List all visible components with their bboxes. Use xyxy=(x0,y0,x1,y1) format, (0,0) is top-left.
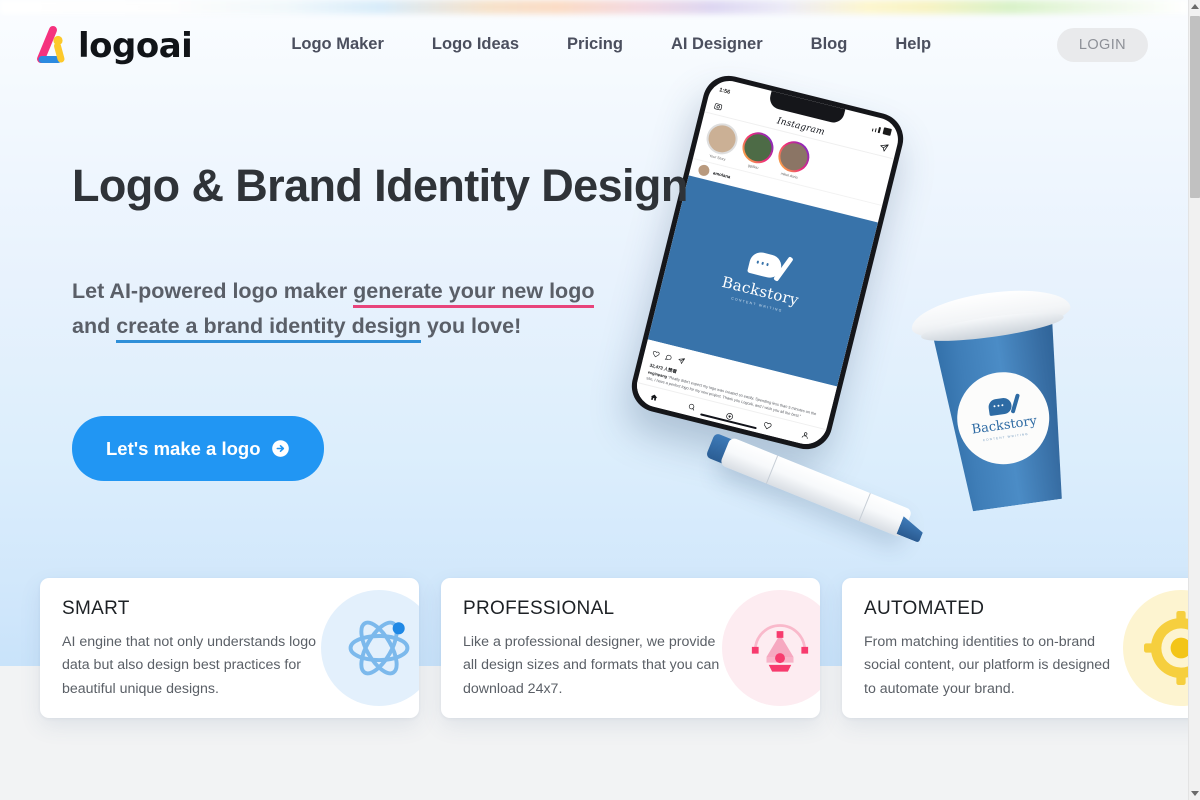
story-item[interactable]: mikel.daria xyxy=(774,137,813,181)
pen-tool-icon xyxy=(722,590,820,706)
hero-subtitle: Let AI-powered logo maker generate your … xyxy=(72,274,632,345)
hero-sub-part-2: and xyxy=(72,314,117,339)
backstory-bubble-icon xyxy=(987,392,1019,417)
backstory-bubble-icon xyxy=(746,250,794,284)
hero-sub-part-3: you love! xyxy=(420,314,522,339)
scrollbar-thumb[interactable] xyxy=(1190,16,1200,198)
vertical-scrollbar[interactable] xyxy=(1188,0,1200,800)
coffee-cup-mockup: Backstory CONTENT WRITING xyxy=(903,269,1103,520)
site-header: logoai Logo Maker Logo Ideas Pricing AI … xyxy=(0,0,1188,89)
share-icon[interactable] xyxy=(676,350,687,369)
nav-item-logo-maker[interactable]: Logo Maker xyxy=(267,25,408,64)
avatar xyxy=(697,163,711,178)
main-navigation: Logo Maker Logo Ideas Pricing AI Designe… xyxy=(267,25,955,64)
marker-body xyxy=(719,436,913,539)
nav-item-ai-designer[interactable]: AI Designer xyxy=(647,25,787,64)
home-icon[interactable] xyxy=(648,387,660,406)
story-item[interactable]: Your Story xyxy=(702,120,741,163)
hero-mockup-scene: 1:56 Instagram Your Story ggdlau mikel.d… xyxy=(626,70,1180,580)
feature-body: AI engine that not only understands logo… xyxy=(62,634,316,697)
feature-card-automated: AUTOMATED From matching identities to on… xyxy=(842,578,1188,718)
feature-body: Like a professional designer, we provide… xyxy=(463,634,720,697)
story-item[interactable]: ggdlau xyxy=(738,128,777,172)
search-icon[interactable] xyxy=(685,397,697,416)
cta-label: Let's make a logo xyxy=(106,437,261,459)
brand-logo-link[interactable]: logoai xyxy=(28,22,193,68)
direct-message-icon[interactable] xyxy=(877,138,890,158)
like-icon[interactable] xyxy=(651,344,662,363)
scroll-down-arrow-icon[interactable] xyxy=(1189,787,1200,800)
signal-icon xyxy=(871,124,892,136)
post-account-name: amolana xyxy=(712,170,732,180)
hero-text-block: Logo & Brand Identity Design Let AI-powe… xyxy=(72,160,688,345)
hero-highlight-generate-logo: generate your new logo xyxy=(353,278,595,308)
feature-card-professional: PROFESSIONAL Like a professional designe… xyxy=(441,578,820,718)
scroll-up-arrow-icon[interactable] xyxy=(1189,0,1200,13)
feature-card-smart: SMART AI engine that not only understand… xyxy=(40,578,419,718)
feature-body: From matching identities to on-brand soc… xyxy=(864,634,1111,697)
feature-cards: SMART AI engine that not only understand… xyxy=(40,578,1188,718)
hero-highlight-brand-identity: create a brand identity design xyxy=(116,314,421,344)
login-button[interactable]: LOGIN xyxy=(1056,28,1148,62)
page-viewport: logoai Logo Maker Logo Ideas Pricing AI … xyxy=(0,0,1188,800)
hero-sub-part-1: Let AI-powered logo maker xyxy=(72,278,354,303)
nav-item-blog[interactable]: Blog xyxy=(787,25,872,64)
atom-icon xyxy=(321,590,419,706)
brand-wordmark: logoai xyxy=(78,25,193,66)
camera-icon[interactable] xyxy=(712,97,724,116)
page-title: Logo & Brand Identity Design xyxy=(72,160,688,211)
logoai-a-mark-icon xyxy=(28,22,74,68)
nav-item-logo-ideas[interactable]: Logo Ideas xyxy=(408,25,543,64)
make-a-logo-button[interactable]: Let's make a logo xyxy=(72,416,324,481)
arrow-right-circle-icon xyxy=(271,439,290,458)
nav-item-help[interactable]: Help xyxy=(871,25,955,64)
nav-item-pricing[interactable]: Pricing xyxy=(543,25,647,64)
comment-icon[interactable] xyxy=(663,347,674,366)
